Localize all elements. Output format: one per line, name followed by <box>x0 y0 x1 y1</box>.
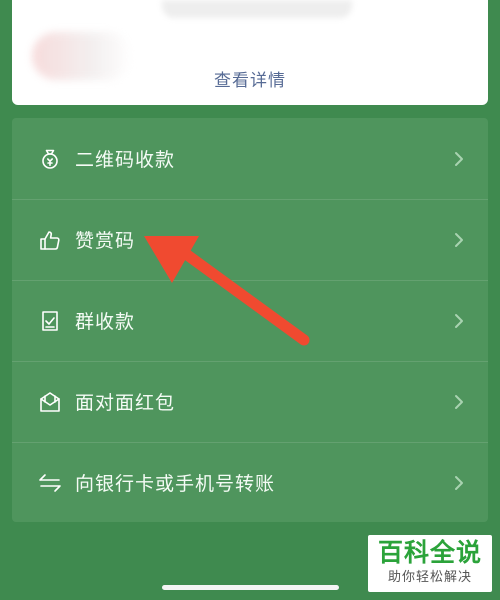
thumbs-up-icon <box>38 228 62 252</box>
payment-menu: 二维码收款 赞赏码 群收款 面对面红包 向银行卡或手机号转账 <box>12 118 488 522</box>
home-indicator[interactable] <box>162 585 339 590</box>
watermark-title: 百科全说 <box>377 538 482 567</box>
chevron-right-icon <box>455 313 463 328</box>
menu-item-bank-transfer[interactable]: 向银行卡或手机号转账 <box>12 442 488 522</box>
chevron-right-icon <box>455 232 463 247</box>
chevron-right-icon <box>455 475 463 490</box>
menu-item-label: 面对面红包 <box>75 392 176 414</box>
watermark-badge: 百科全说 助你轻松解决 <box>368 535 492 592</box>
menu-item-group-receive[interactable]: 群收款 <box>12 280 488 361</box>
menu-item-face-to-face-red-packet[interactable]: 面对面红包 <box>12 361 488 442</box>
red-envelope-icon <box>38 390 62 414</box>
chevron-right-icon <box>455 394 463 409</box>
group-receipt-icon <box>38 309 62 333</box>
menu-item-label: 群收款 <box>75 311 136 333</box>
transfer-arrows-icon <box>38 471 62 495</box>
wallet-screen: 查看详情 二维码收款 赞赏码 群收款 面对面红包 向银行卡或手机号转账 百科全说… <box>0 0 500 600</box>
chevron-right-icon <box>455 151 463 166</box>
menu-item-label: 赞赏码 <box>75 230 136 252</box>
blurred-content <box>162 0 352 18</box>
menu-item-qr-receive[interactable]: 二维码收款 <box>12 118 488 199</box>
menu-item-label: 二维码收款 <box>75 149 176 171</box>
money-bag-icon <box>38 147 62 171</box>
watermark-subtitle: 助你轻松解决 <box>387 570 472 585</box>
view-details-link[interactable]: 查看详情 <box>12 66 488 91</box>
summary-card: 查看详情 <box>12 0 488 105</box>
menu-item-label: 向银行卡或手机号转账 <box>75 473 276 495</box>
menu-item-appreciation-code[interactable]: 赞赏码 <box>12 199 488 280</box>
